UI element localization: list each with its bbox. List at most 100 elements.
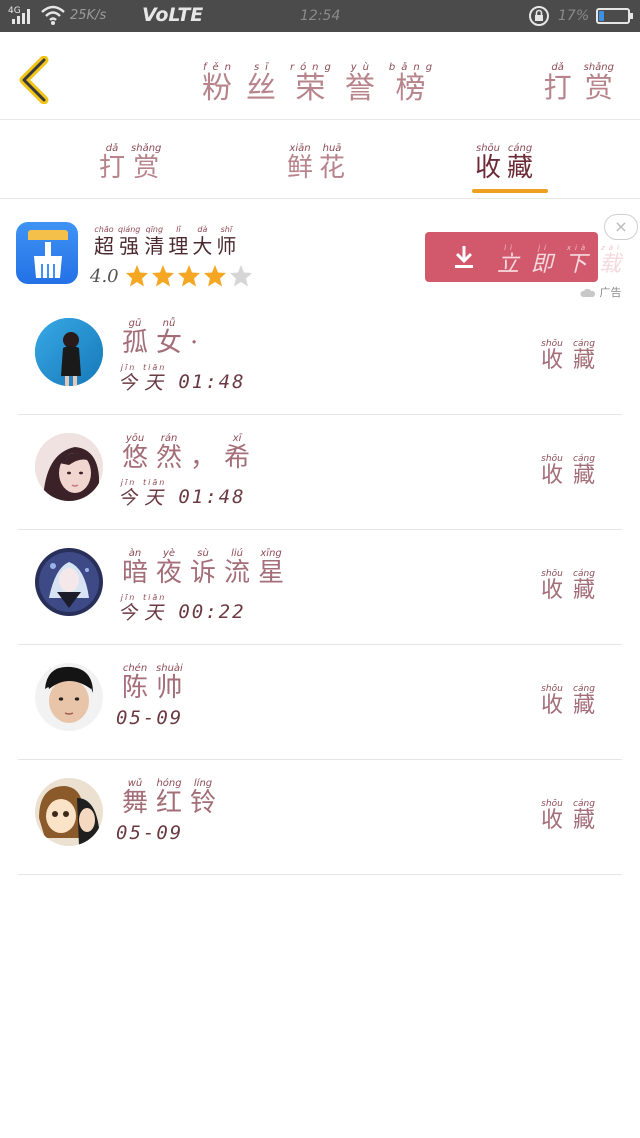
nickname-char: nǚ 女 [156,318,182,356]
download-char: xià 下 [565,242,591,276]
clock: 12:54 [300,8,341,24]
timestamp: jīn 今 tiān 天 01:48 [116,477,246,508]
favorite-char: shōu 收 [541,798,563,832]
tab-reward[interactable]: dǎ 打 shǎng 赏 [96,143,164,181]
nickname-char: · [190,318,198,356]
active-tab-indicator [472,189,548,193]
hanzi: 藏 [572,348,595,373]
hanzi: 铃 [190,788,217,818]
status-bar: 4G 25K/s VoLTE 12:54 17% [0,0,640,32]
tab-char: shǎng 赏 [131,143,161,181]
favorite-char: cáng 藏 [573,453,595,487]
avatar[interactable] [35,318,103,386]
nickname-char: shuài 帅 [156,663,183,701]
nickname-char: líng 铃 [190,778,216,816]
favorite-button[interactable]: shōu 收 cáng 藏 [536,453,600,487]
list-item[interactable]: yōu 悠 rán 然 ， xī 希 jīn 今 tiān 天 01:48 shōu 收 cáng 藏 [18,415,622,530]
tab-char: shōu 收 [475,143,501,181]
rotation-lock-icon [529,6,549,26]
list-item[interactable]: chén 陈 shuài 帅 05-09 shōu 收 cáng 藏 [18,645,622,760]
hanzi: 悠 [122,443,149,473]
volte-indicator: VoLTE [142,4,204,26]
hanzi: 收 [540,808,563,833]
time-value: 00:22 [178,601,246,623]
wifi-icon [41,5,65,25]
hanzi: 赏 [584,71,613,104]
hanzi: 即 [531,252,558,277]
hanzi: 师 [216,234,237,258]
ad-banner[interactable]: chāo 超 qiáng 强 qīng 清 lǐ 理 dà 大 shī 师 4.0 lì 立 jí 即 xià… [0,212,640,308]
hanzi: 藏 [572,693,595,718]
list-item[interactable]: àn 暗 yè 夜 sù 诉 liú 流 xīng 星 jīn 今 tiān 天 00:22 shōu 收 cán… [18,530,622,645]
hanzi: 收 [540,348,563,373]
favorite-char: cáng 藏 [573,798,595,832]
nickname-char: sù 诉 [190,548,216,586]
nickname-char: ， [190,433,216,471]
tab-bar: dǎ 打 shǎng 赏 xiān 鲜 huā 花 shōu 收 cáng 藏 [0,121,640,199]
hanzi: 榜 [395,71,432,106]
favorite-char: shōu 收 [541,568,563,602]
favorite-button[interactable]: shōu 收 cáng 藏 [536,798,600,832]
title-char: yù 誉 [345,62,381,104]
timestamp: 05-09 [116,707,183,729]
hanzi: 夜 [156,558,183,588]
hanzi: 理 [168,234,189,258]
download-label: lì 立 jí 即 xià 下 zài 载 [493,242,629,276]
hanzi: 打 [99,153,126,183]
nickname-char: yè 夜 [156,548,182,586]
hanzi: 帅 [156,673,183,703]
broom-app-icon[interactable] [16,222,78,284]
hanzi: 今 [118,602,140,624]
nickname-char: chén 陈 [122,663,148,701]
hanzi: 然 [156,443,183,473]
nickname-char: rán 然 [156,433,182,471]
reward-link[interactable]: dǎ 打 shǎng 赏 [538,62,620,102]
favorite-button[interactable]: shōu 收 cáng 藏 [536,683,600,717]
hanzi: 收 [475,153,502,183]
favorite-button[interactable]: shōu 收 cáng 藏 [536,338,600,372]
download-char: zài 载 [599,242,625,276]
hanzi: 强 [119,234,140,258]
hanzi: 丝 [245,71,282,106]
title-char: fěn 粉 [202,62,238,104]
title-char: sī 丝 [246,62,282,104]
ad-tag-label: 广告 [599,286,622,299]
avatar[interactable] [35,433,103,501]
star-filled-icon [177,265,200,287]
hanzi: 星 [258,558,285,588]
time-value: 05-09 [116,822,184,844]
nickname-char: liú 流 [224,548,250,586]
download-now-button[interactable]: lì 立 jí 即 xià 下 zài 载 [425,232,621,282]
time-value: 01:48 [178,486,246,508]
title-char: róng 荣 [290,62,337,104]
download-char: jí 即 [531,242,557,276]
ad-app-name[interactable]: chāo 超 qiáng 强 qīng 清 lǐ 理 dà 大 shī 师 [92,224,238,256]
date-char: tiān 天 [143,362,166,393]
nickname: yōu 悠 rán 然 ， xī 希 [118,433,254,471]
ad-name-char: lǐ 理 [168,224,188,256]
favorite-button[interactable]: shōu 收 cáng 藏 [536,568,600,602]
hanzi: 今 [118,372,140,394]
list-item[interactable]: gū 孤 nǚ 女 · jīn 今 tiān 天 01:48 shōu 收 cáng 藏 [18,300,622,415]
favorite-char: cáng 藏 [573,683,595,717]
tab-flowers[interactable]: xiān 鲜 huā 花 [284,143,348,181]
battery-icon [596,8,633,24]
list-item[interactable]: wǔ 舞 hóng 红 líng 铃 05-09 shōu 收 cáng 藏 [18,760,622,875]
hanzi: 打 [543,71,572,104]
hanzi: 誉 [344,71,381,106]
hanzi: 女 [156,328,183,358]
nickname-char: xīng 星 [258,548,284,586]
app-header: fěn 粉 sī 丝 róng 荣 yù 誉 bǎng 榜 dǎ 打 shǎng 赏 [0,32,640,120]
avatar[interactable] [35,663,103,731]
star-filled-icon [125,265,148,287]
avatar[interactable] [35,548,103,616]
tab-favorites[interactable]: shōu 收 cáng 藏 [472,143,536,181]
tab-char: dǎ 打 [99,143,125,181]
timestamp: jīn 今 tiān 天 01:48 [116,362,246,393]
hanzi: 收 [540,578,563,603]
close-ad-button[interactable]: × [604,214,638,240]
avatar[interactable] [35,778,103,846]
hanzi: 流 [224,558,251,588]
network-speed: 25K/s [70,8,107,23]
hanzi: 收 [540,693,563,718]
